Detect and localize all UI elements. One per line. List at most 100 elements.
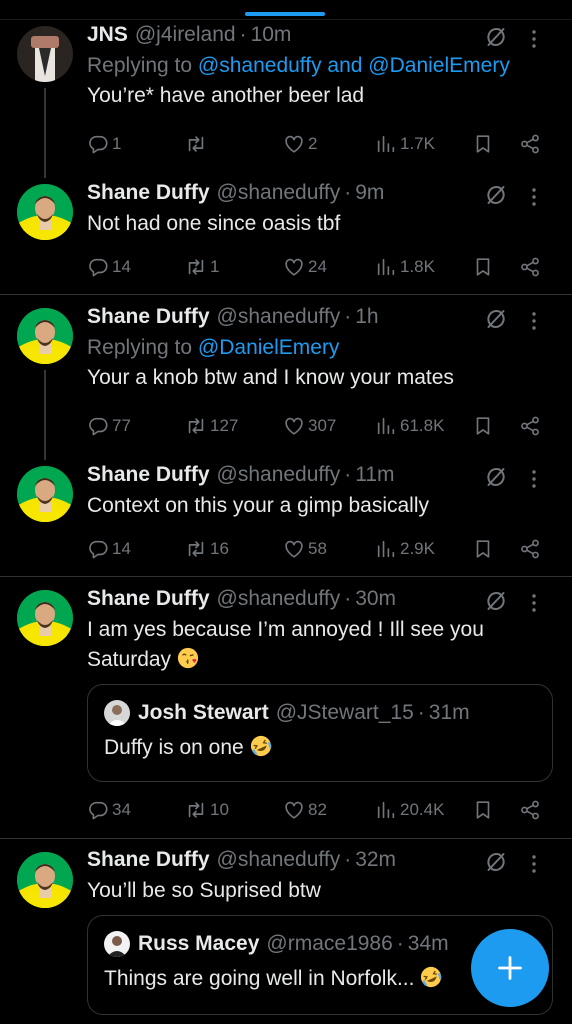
author-handle[interactable]: @shaneduffy bbox=[217, 587, 341, 611]
bookmark-icon bbox=[472, 538, 494, 560]
grok-icon[interactable] bbox=[484, 25, 508, 49]
post-time[interactable]: 1h bbox=[355, 305, 378, 329]
author-name[interactable]: Shane Duffy bbox=[87, 848, 210, 872]
more-icon[interactable] bbox=[522, 467, 546, 491]
compose-button[interactable] bbox=[471, 929, 549, 1007]
author-name[interactable]: JNS bbox=[87, 23, 128, 47]
grok-icon[interactable] bbox=[484, 850, 508, 874]
share-button[interactable] bbox=[519, 252, 544, 282]
share-button[interactable] bbox=[519, 411, 544, 441]
more-icon[interactable] bbox=[522, 852, 546, 876]
reply-count: 34 bbox=[112, 800, 131, 819]
more-icon[interactable] bbox=[522, 185, 546, 209]
quoted-post-text-words: Duffy is on one bbox=[104, 736, 244, 759]
share-button[interactable] bbox=[519, 534, 544, 564]
quoted-post[interactable]: Josh Stewart @JStewart_15 · 31m Duffy is… bbox=[87, 684, 553, 782]
post-body[interactable]: Shane Duffy @shaneduffy · 9m Not had one… bbox=[87, 181, 552, 239]
post-time[interactable]: 10m bbox=[251, 23, 292, 47]
views-button[interactable]: 1.7K bbox=[375, 129, 435, 159]
quoted-avatar bbox=[104, 700, 130, 726]
quoted-post-time: 31m bbox=[428, 701, 470, 724]
views-button[interactable]: 2.9K bbox=[375, 534, 435, 564]
grok-icon[interactable] bbox=[484, 465, 508, 489]
author-name[interactable]: Shane Duffy bbox=[87, 181, 210, 205]
action-bar: 14 16 58 2.9K bbox=[87, 534, 553, 564]
like-button[interactable]: 24 bbox=[283, 252, 327, 282]
author-name[interactable]: Shane Duffy bbox=[87, 463, 210, 487]
author-name[interactable]: Shane Duffy bbox=[87, 305, 210, 329]
like-button[interactable]: 58 bbox=[283, 534, 327, 564]
views-icon bbox=[375, 799, 397, 821]
post-text: You’ll be so Suprised btw bbox=[87, 879, 321, 902]
grok-icon[interactable] bbox=[484, 183, 508, 207]
separator-dot: · bbox=[344, 587, 352, 610]
post-body[interactable]: Shane Duffy @shaneduffy · 11m Context on… bbox=[87, 463, 552, 521]
reply-button[interactable]: 14 bbox=[87, 252, 131, 282]
share-button[interactable] bbox=[519, 129, 544, 159]
author-handle[interactable]: @shaneduffy bbox=[217, 463, 341, 487]
avatar[interactable] bbox=[17, 466, 73, 522]
repost-count: 127 bbox=[210, 416, 239, 435]
reply-button[interactable]: 14 bbox=[87, 534, 131, 564]
reply-count: 14 bbox=[112, 257, 131, 276]
author-handle[interactable]: @j4ireland bbox=[135, 23, 236, 47]
action-bar: 14 1 24 1.8K bbox=[87, 252, 553, 282]
post-time[interactable]: 9m bbox=[355, 181, 384, 205]
post-body[interactable]: Shane Duffy @shaneduffy · 30m I am yes b… bbox=[87, 587, 552, 675]
author-handle[interactable]: @shaneduffy bbox=[217, 181, 341, 205]
avatar[interactable] bbox=[17, 590, 73, 646]
more-icon[interactable] bbox=[522, 27, 546, 51]
post-time[interactable]: 30m bbox=[355, 587, 396, 611]
post-time[interactable]: 32m bbox=[355, 848, 396, 872]
post-text: You’re* have another beer lad bbox=[87, 84, 365, 107]
repost-button[interactable]: 10 bbox=[185, 795, 229, 825]
more-icon[interactable] bbox=[522, 309, 546, 333]
author-handle[interactable]: @shaneduffy bbox=[217, 305, 341, 329]
repost-button[interactable] bbox=[185, 129, 210, 159]
bookmark-button[interactable] bbox=[472, 252, 497, 282]
quoted-author-name: Josh Stewart bbox=[138, 701, 269, 724]
like-button[interactable]: 2 bbox=[283, 129, 317, 159]
post-body[interactable]: JNS @j4ireland · 10m Replying to @shaned… bbox=[87, 23, 552, 111]
repost-button[interactable]: 16 bbox=[185, 534, 229, 564]
replying-to-links[interactable]: @shaneduffy and @DanielEmery bbox=[198, 54, 510, 77]
action-bar: 34 10 82 20.4K bbox=[87, 795, 553, 825]
avatar[interactable] bbox=[17, 852, 73, 908]
grok-icon[interactable] bbox=[484, 307, 508, 331]
bookmark-button[interactable] bbox=[472, 411, 497, 441]
author-handle[interactable]: @shaneduffy bbox=[217, 848, 341, 872]
grok-icon[interactable] bbox=[484, 589, 508, 613]
top-divider bbox=[0, 19, 572, 20]
thread-connector bbox=[44, 370, 46, 460]
post-time[interactable]: 11m bbox=[355, 463, 394, 487]
views-button[interactable]: 61.8K bbox=[375, 411, 444, 441]
author-name[interactable]: Shane Duffy bbox=[87, 587, 210, 611]
more-icon[interactable] bbox=[522, 591, 546, 615]
repost-button[interactable]: 1 bbox=[185, 252, 219, 282]
bookmark-button[interactable] bbox=[472, 795, 497, 825]
reply-button[interactable]: 34 bbox=[87, 795, 131, 825]
avatar[interactable] bbox=[17, 26, 73, 82]
post-body[interactable]: Shane Duffy @shaneduffy · 32m You’ll be … bbox=[87, 848, 552, 906]
like-button[interactable]: 82 bbox=[283, 795, 327, 825]
separator-dot: · bbox=[344, 181, 352, 204]
avatar[interactable] bbox=[17, 184, 73, 240]
avatar[interactable] bbox=[17, 308, 73, 364]
replying-to-links[interactable]: @DanielEmery bbox=[198, 336, 340, 359]
bookmark-button[interactable] bbox=[472, 129, 497, 159]
bookmark-button[interactable] bbox=[472, 534, 497, 564]
like-button[interactable]: 307 bbox=[283, 411, 336, 441]
views-count: 61.8K bbox=[400, 416, 445, 435]
separator-dot: · bbox=[344, 848, 352, 871]
reply-button[interactable]: 77 bbox=[87, 411, 131, 441]
views-icon bbox=[375, 538, 397, 560]
reply-icon bbox=[87, 133, 109, 155]
like-icon bbox=[283, 538, 305, 560]
share-button[interactable] bbox=[519, 795, 544, 825]
repost-button[interactable]: 127 bbox=[185, 411, 238, 441]
reply-button[interactable]: 1 bbox=[87, 129, 121, 159]
views-button[interactable]: 1.8K bbox=[375, 252, 435, 282]
post-body[interactable]: Shane Duffy @shaneduffy · 1h Replying to… bbox=[87, 305, 552, 393]
views-button[interactable]: 20.4K bbox=[375, 795, 444, 825]
reply-icon bbox=[87, 538, 109, 560]
